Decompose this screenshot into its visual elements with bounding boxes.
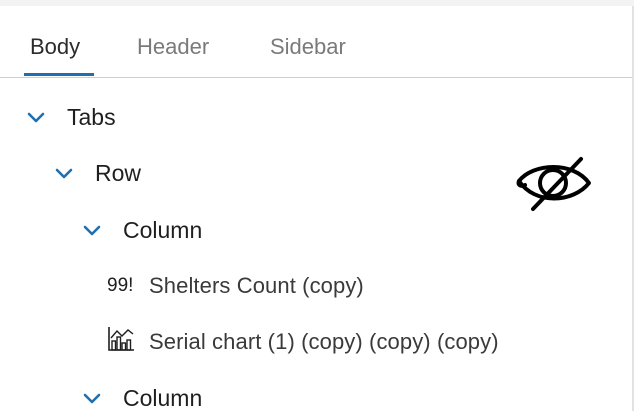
chevron-down-icon[interactable] — [27, 108, 45, 126]
tree-node-label: Tabs — [67, 103, 116, 130]
tab-header[interactable]: Header — [137, 34, 209, 60]
widget-label: Serial chart (1) (copy) (copy) (copy) — [149, 329, 499, 354]
tab-bar: Body Header Sidebar — [0, 6, 632, 78]
chevron-down-icon[interactable] — [83, 221, 101, 239]
tree-node-column[interactable]: Column — [83, 210, 202, 250]
tree-widget-shelters-count[interactable]: 99! Shelters Count (copy) — [107, 266, 364, 306]
tree-node-column[interactable]: Column — [83, 378, 202, 418]
chevron-down-icon[interactable] — [83, 389, 101, 407]
widget-label: Shelters Count (copy) — [149, 273, 364, 298]
chevron-down-icon[interactable] — [55, 164, 73, 182]
tree-node-tabs[interactable]: Tabs — [27, 97, 116, 137]
eye-slash-icon — [515, 155, 595, 222]
tree-node-label: Column — [123, 216, 203, 243]
tab-sidebar[interactable]: Sidebar — [270, 34, 346, 60]
tab-body[interactable]: Body — [30, 34, 80, 60]
tree-node-label: Row — [95, 159, 142, 186]
tree-node-row[interactable]: Row — [55, 153, 141, 193]
bar-chart-icon — [107, 326, 137, 358]
number-widget-icon: 99! — [107, 275, 134, 296]
tree-node-label: Column — [123, 384, 203, 411]
active-tab-indicator — [24, 73, 94, 76]
tree-widget-serial-chart[interactable]: Serial chart (1) (copy) (copy) (copy) — [107, 322, 499, 362]
